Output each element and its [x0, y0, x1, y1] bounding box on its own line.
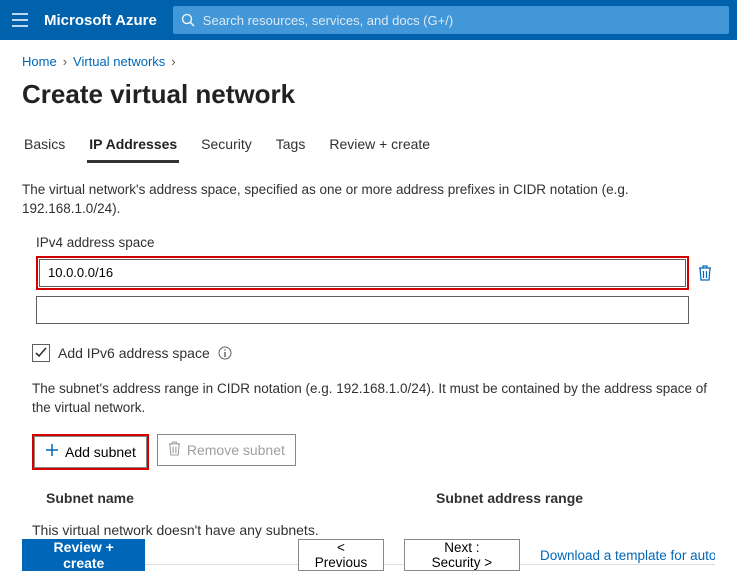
breadcrumb-home[interactable]: Home — [22, 54, 57, 69]
tab-basics[interactable]: Basics — [22, 132, 67, 163]
global-search[interactable] — [173, 6, 729, 34]
add-subnet-highlight: Add subnet — [32, 434, 149, 470]
breadcrumb: Home › Virtual networks › — [22, 54, 715, 69]
info-icon — [218, 346, 232, 360]
review-create-button[interactable]: Review + create — [22, 539, 145, 571]
search-input[interactable] — [201, 12, 721, 29]
footer-bar: Review + create < Previous Next : Securi… — [0, 527, 737, 587]
ipv4-label: IPv4 address space — [36, 235, 715, 250]
trash-icon — [168, 441, 181, 459]
ipv6-checkbox[interactable] — [32, 344, 50, 362]
remove-subnet-label: Remove subnet — [187, 442, 285, 458]
hamburger-menu-button[interactable] — [0, 13, 40, 27]
page-title: Create virtual network — [22, 79, 715, 110]
subnet-table-header: Subnet name Subnet address range — [22, 484, 715, 512]
col-subnet-name: Subnet name — [46, 490, 436, 506]
plus-icon — [45, 443, 59, 460]
ipv6-checkbox-label: Add IPv6 address space — [58, 345, 210, 361]
top-bar: Microsoft Azure — [0, 0, 737, 40]
breadcrumb-vnets[interactable]: Virtual networks — [73, 54, 165, 69]
chevron-right-icon: › — [63, 54, 67, 69]
col-subnet-range: Subnet address range — [436, 490, 583, 506]
next-button[interactable]: Next : Security > — [404, 539, 520, 571]
add-subnet-label: Add subnet — [65, 444, 136, 460]
subnet-description: The subnet's address range in CIDR notat… — [32, 380, 715, 418]
checkmark-icon — [35, 347, 47, 359]
search-icon — [181, 13, 195, 27]
hamburger-icon — [12, 13, 28, 27]
tab-security[interactable]: Security — [199, 132, 254, 163]
trash-icon — [698, 265, 712, 281]
tab-tags[interactable]: Tags — [274, 132, 308, 163]
ipv4-description: The virtual network's address space, spe… — [22, 181, 715, 219]
tab-strip: Basics IP Addresses Security Tags Review… — [22, 132, 715, 163]
ipv4-address-input[interactable] — [39, 259, 686, 287]
chevron-right-icon: › — [171, 54, 175, 69]
ipv4-address-input-empty[interactable] — [36, 296, 689, 324]
remove-subnet-button: Remove subnet — [157, 434, 296, 466]
ipv4-input-highlight — [36, 256, 689, 290]
ipv6-info-button[interactable] — [218, 346, 232, 360]
tab-ip-addresses[interactable]: IP Addresses — [87, 132, 179, 163]
brand-label: Microsoft Azure — [40, 12, 173, 29]
download-template-link[interactable]: Download a template for automati — [540, 548, 715, 563]
previous-button[interactable]: < Previous — [298, 539, 384, 571]
add-subnet-button[interactable]: Add subnet — [34, 436, 147, 468]
tab-review-create[interactable]: Review + create — [327, 132, 432, 163]
delete-address-button[interactable] — [695, 265, 715, 281]
